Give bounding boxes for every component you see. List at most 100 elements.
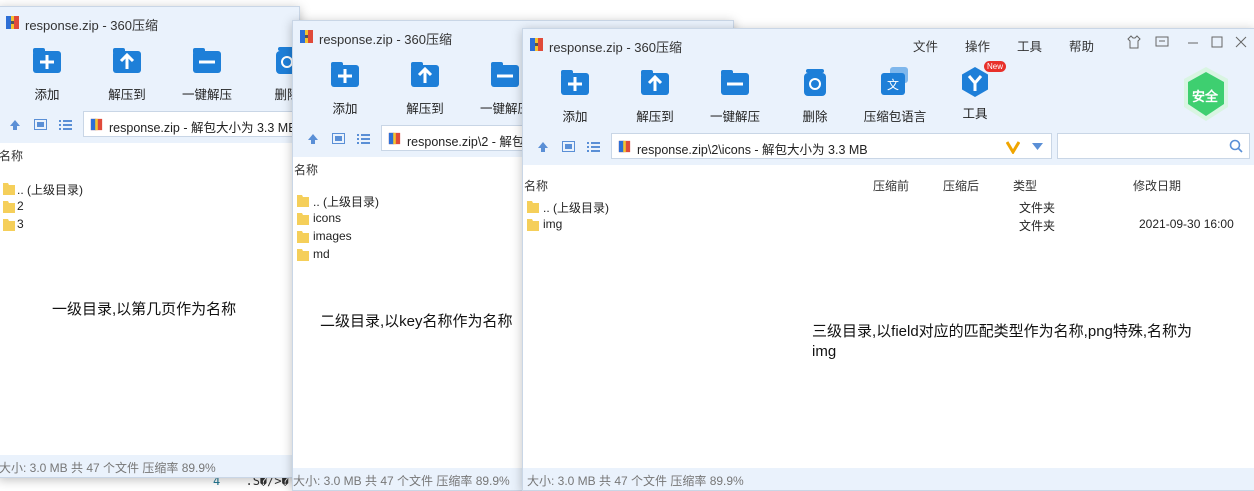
status-text: 大小: 3.0 MB 共 47 个文件 压缩率 89.9% — [0, 461, 216, 475]
delete-label: 删除 — [802, 110, 828, 124]
zip-icon — [530, 38, 543, 51]
close-icon[interactable] — [1235, 35, 1247, 49]
add-icon — [331, 62, 359, 87]
column-name[interactable]: 名称 — [294, 161, 318, 178]
add-button[interactable]: 添加 — [535, 59, 615, 125]
one-click-extract-button[interactable]: 一键解压 — [167, 37, 247, 103]
extract-to-icon — [641, 70, 669, 95]
one-click-extract-icon — [193, 48, 221, 73]
add-label: 添加 — [562, 110, 588, 124]
annotation-level1: 一级目录,以第几页作为名称 — [52, 301, 237, 318]
item-name: .. (上级目录) — [17, 183, 83, 197]
one-click-extract-label: 一键解压 — [709, 110, 760, 124]
shield-label: 安全 — [1192, 89, 1219, 104]
menu-file[interactable]: 文件 — [913, 36, 938, 55]
maximize-icon[interactable] — [1211, 35, 1223, 49]
extract-to-button[interactable]: 解压到 — [87, 37, 167, 103]
extract-to-label: 解压到 — [406, 102, 444, 116]
zip-icon — [388, 132, 401, 145]
table-row[interactable]: .. (上级目录) 文件夹 — [523, 197, 1254, 215]
item-name: icons — [313, 211, 342, 225]
folder-icon — [3, 201, 15, 213]
menu-tools[interactable]: 工具 — [1017, 36, 1042, 55]
column-size-after[interactable]: 压缩后 — [943, 177, 979, 194]
tools-icon-wrap: New — [958, 61, 1006, 99]
new-badge: New — [983, 61, 1006, 72]
column-header: 名称 压缩前 压缩后 类型 修改日期 — [523, 175, 1254, 193]
chevron-down-icon[interactable] — [1032, 143, 1043, 150]
archive-language-label: 压缩包语言 — [863, 110, 927, 124]
archive-language-button[interactable]: 文 压缩包语言 — [855, 59, 935, 125]
column-header: 名称 — [0, 145, 299, 163]
up-icon[interactable] — [537, 141, 549, 153]
item-name: 3 — [17, 217, 24, 231]
message-icon[interactable] — [1155, 35, 1169, 49]
extract-to-label: 解压到 — [636, 110, 674, 124]
one-click-extract-icon — [721, 70, 749, 95]
zip-icon — [618, 140, 631, 153]
list-item[interactable]: 3 — [0, 215, 299, 233]
item-name: images — [313, 229, 352, 243]
folder-icon — [297, 249, 309, 261]
search-icon[interactable] — [1229, 139, 1243, 153]
view-icon[interactable] — [332, 133, 345, 144]
status-bar: 大小: 3.0 MB 共 47 个文件 压缩率 89.9% — [0, 455, 299, 477]
annotation-level3: 三级目录,以field对应的匹配类型作为名称,png特殊,名称为 — [812, 323, 1193, 340]
address-text: response.zip\2 - 解包 — [407, 135, 525, 149]
list-icon[interactable] — [357, 133, 370, 144]
toolbar: 添加 解压到 一键解压 删除 文 压缩包语言 New 工具 安全 — [523, 59, 1254, 127]
delete-button[interactable]: 删除 — [775, 59, 855, 125]
column-name[interactable]: 名称 — [524, 177, 548, 194]
folder-icon — [297, 231, 309, 243]
add-label: 添加 — [332, 102, 358, 116]
zip-icon — [90, 118, 103, 131]
address-bar: response.zip\2\icons - 解包大小为 3.3 MB — [523, 127, 1254, 165]
search-input[interactable] — [1057, 133, 1250, 159]
column-modified-date[interactable]: 修改日期 — [1133, 177, 1181, 194]
list-item[interactable]: .. (上级目录) — [0, 179, 299, 197]
title-bar: response.zip - 360压缩 — [0, 7, 299, 37]
list-icon[interactable] — [587, 141, 600, 152]
up-icon[interactable] — [9, 119, 21, 131]
one-click-extract-label: 一键解压 — [181, 88, 232, 102]
list-item[interactable]: 2 — [0, 197, 299, 215]
item-type: 文件夹 — [1019, 219, 1056, 233]
address-field[interactable]: response.zip\2\icons - 解包大小为 3.3 MB — [611, 133, 1052, 159]
verified-v-icon — [1006, 141, 1020, 154]
skin-icon[interactable] — [1127, 35, 1141, 49]
window-title: response.zip - 360压缩 — [319, 32, 452, 47]
item-name: img — [543, 217, 563, 231]
archive-window-level3: response.zip - 360压缩 文件 操作 工具 帮助 添加 解压到 … — [522, 28, 1254, 491]
folder-icon — [527, 201, 539, 213]
item-name: md — [313, 247, 330, 261]
extract-to-button[interactable]: 解压到 — [615, 59, 695, 125]
extract-to-button[interactable]: 解压到 — [385, 51, 465, 117]
column-size-before[interactable]: 压缩前 — [873, 177, 909, 194]
list-icon[interactable] — [59, 119, 72, 130]
column-type[interactable]: 类型 — [1013, 177, 1037, 194]
add-button[interactable]: 添加 — [305, 51, 385, 117]
delete-icon — [804, 69, 826, 96]
menu-operate[interactable]: 操作 — [965, 36, 990, 55]
one-click-extract-button[interactable]: 一键解压 — [695, 59, 775, 125]
tools-button[interactable]: New 工具 — [935, 59, 1015, 122]
window-title: response.zip - 360压缩 — [549, 40, 682, 55]
view-icon[interactable] — [562, 141, 575, 152]
extract-to-label: 解压到 — [108, 88, 146, 102]
add-icon — [561, 70, 589, 95]
menu-help[interactable]: 帮助 — [1069, 36, 1094, 55]
zip-icon — [300, 30, 313, 43]
folder-icon — [527, 219, 539, 231]
table-row[interactable]: img 文件夹 2021-09-30 16:00 — [523, 215, 1254, 233]
minimize-icon[interactable] — [1187, 35, 1199, 49]
column-name[interactable]: 名称 — [0, 147, 23, 164]
address-text: response.zip\2\icons - 解包大小为 3.3 MB — [637, 143, 868, 157]
folder-icon — [297, 195, 309, 207]
extract-to-icon — [113, 48, 141, 73]
address-field[interactable]: response.zip - 解包大小为 3.3 MB — [83, 111, 299, 137]
view-icon[interactable] — [34, 119, 47, 130]
address-text: response.zip - 解包大小为 3.3 MB — [109, 121, 297, 135]
up-icon[interactable] — [307, 133, 319, 145]
add-button[interactable]: 添加 — [7, 37, 87, 103]
annotation-level3-line2: img — [812, 343, 837, 360]
